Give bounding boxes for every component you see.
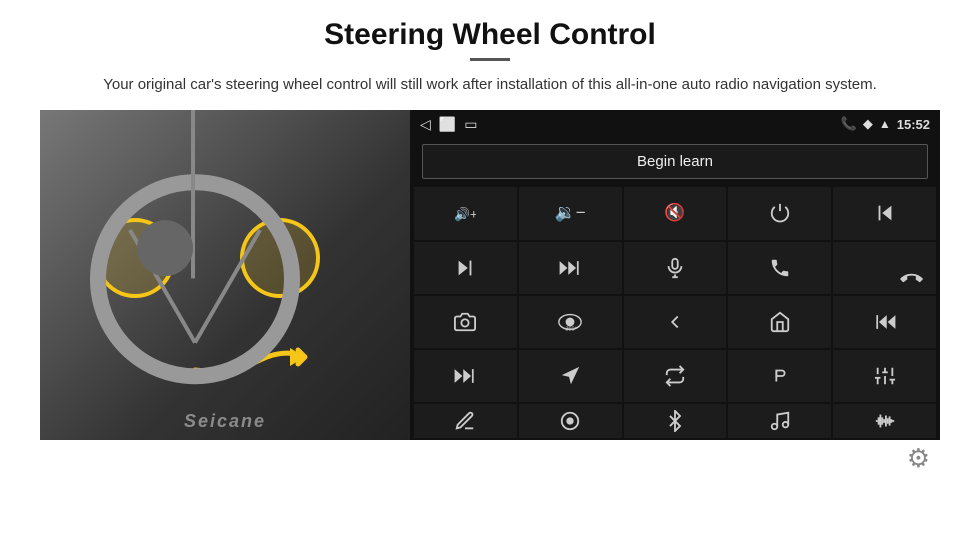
music-button[interactable] (728, 404, 831, 438)
phone-hangup-button[interactable] (833, 242, 936, 294)
next-track-button[interactable] (414, 242, 517, 294)
page-title: Steering Wheel Control (324, 18, 656, 52)
status-left: ◁ ⬜ ▭ (420, 116, 477, 133)
skip-forward-button[interactable] (519, 242, 622, 294)
phone-answer-button[interactable] (728, 242, 831, 294)
knob-button[interactable] (519, 404, 622, 438)
record-button[interactable] (728, 350, 831, 402)
page-subtitle: Your original car's steering wheel contr… (103, 73, 877, 96)
eq-button[interactable] (833, 350, 936, 402)
head-unit-panel: ◁ ⬜ ▭ 📞 ◆ ▲ 15:52 Begin learn � (410, 110, 940, 440)
begin-learn-row: Begin learn (410, 138, 940, 185)
bluetooth-button[interactable] (624, 404, 727, 438)
seicane-watermark: Seicane (184, 411, 266, 432)
camera-button[interactable] (414, 296, 517, 348)
svg-text:360°: 360° (566, 326, 578, 332)
status-right: 📞 ◆ ▲ 15:52 (841, 116, 930, 132)
settings-row: ⚙ (40, 440, 940, 477)
clock-display: 15:52 (897, 117, 930, 132)
status-bar: ◁ ⬜ ▭ 📞 ◆ ▲ 15:52 (410, 110, 940, 138)
steering-wheel-image: Seicane (40, 110, 410, 440)
home-nav-icon[interactable]: ⬜ (439, 116, 456, 133)
controls-grid: 🔊+ 🔉− 🔇 (410, 185, 940, 440)
waveform-button[interactable] (833, 404, 936, 438)
switch-button[interactable] (624, 350, 727, 402)
rewind-button[interactable] (833, 296, 936, 348)
pencil-button[interactable] (414, 404, 517, 438)
vol-up-button[interactable]: 🔊+ (414, 187, 517, 239)
prev-track-button[interactable] (833, 187, 936, 239)
phone-signal-icon: 📞 (841, 116, 857, 132)
begin-learn-button[interactable]: Begin learn (422, 144, 928, 179)
home-nav-button[interactable] (728, 296, 831, 348)
power-button[interactable] (728, 187, 831, 239)
page-wrapper: Steering Wheel Control Your original car… (0, 0, 980, 546)
back-nav-button[interactable] (624, 296, 727, 348)
signal-icon: ▲ (879, 117, 891, 131)
wifi-icon: ◆ (863, 116, 873, 132)
fast-forward-button[interactable] (414, 350, 517, 402)
vol-down-button[interactable]: 🔉− (519, 187, 622, 239)
recents-nav-icon[interactable]: ▭ (464, 116, 477, 133)
back-nav-icon[interactable]: ◁ (420, 116, 431, 133)
mic-button[interactable] (624, 242, 727, 294)
main-content-row: Seicane ◁ ⬜ ▭ 📞 ◆ ▲ 15:52 (40, 110, 940, 440)
settings-gear-icon[interactable]: ⚙ (907, 443, 930, 474)
360-view-button[interactable]: 360° (519, 296, 622, 348)
title-divider (470, 58, 510, 61)
vol-mute-button[interactable]: 🔇 (624, 187, 727, 239)
navigation-button[interactable] (519, 350, 622, 402)
svg-text:🔊+: 🔊+ (454, 206, 476, 223)
